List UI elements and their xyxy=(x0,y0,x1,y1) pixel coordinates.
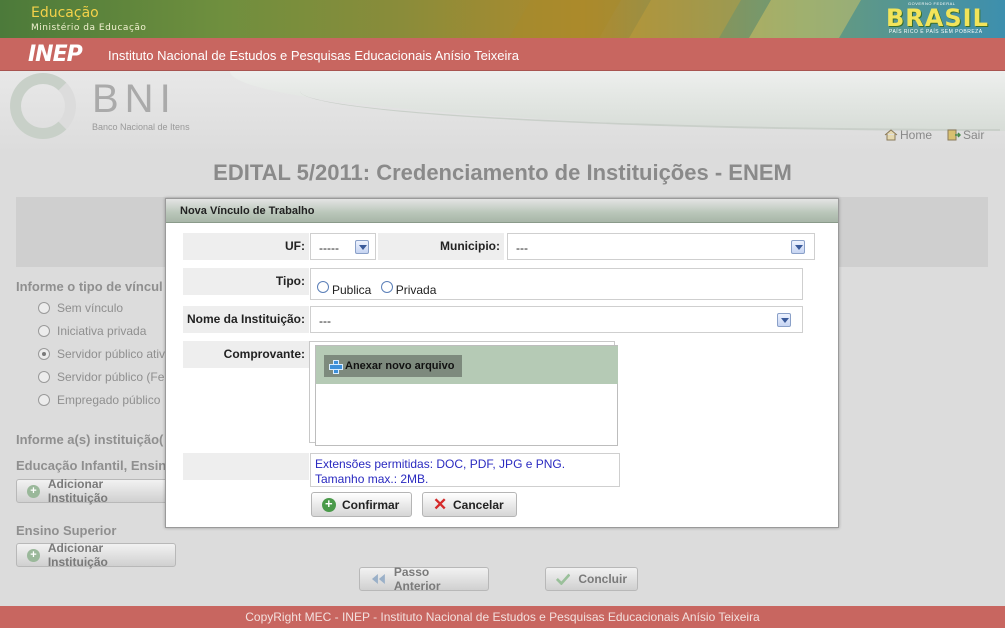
decorative-stripe xyxy=(509,0,621,38)
uf-select-value: ----- xyxy=(319,241,339,255)
finish-button[interactable]: Concluir xyxy=(545,567,638,591)
municipio-select-value: --- xyxy=(516,241,528,255)
chevron-down-icon xyxy=(777,313,791,327)
decorative-swoosh xyxy=(300,91,1000,131)
radio-label: Servidor público (Fe xyxy=(57,370,165,384)
tipo-label: Tipo: xyxy=(183,268,309,295)
brasil-logo[interactable]: GOVERNO FEDERAL BRASIL PAÍS RICO É PAÍS … xyxy=(886,1,989,36)
radio-icon xyxy=(317,281,329,293)
home-link[interactable]: Home xyxy=(884,128,932,142)
gov-subtitle: Ministério da Educação xyxy=(31,23,147,33)
uf-select[interactable]: ----- xyxy=(310,233,376,260)
radio-label: Servidor público ativ xyxy=(57,347,166,361)
previous-step-button[interactable]: Passo Anterior xyxy=(359,565,489,593)
radio-icon-selected xyxy=(38,348,50,360)
exit-link[interactable]: Sair xyxy=(947,128,984,142)
double-arrow-left-icon xyxy=(371,574,385,584)
dialog-title[interactable]: Nova Vínculo de Trabalho xyxy=(166,199,838,223)
check-icon xyxy=(556,573,571,585)
municipio-label: Municipio: xyxy=(378,233,504,260)
municipio-select[interactable]: --- xyxy=(507,233,815,260)
exit-label: Sair xyxy=(963,128,985,142)
radio-iniciativa-privada[interactable]: Iniciativa privada xyxy=(38,324,146,338)
plus-icon: + xyxy=(27,484,40,498)
cancel-button[interactable]: ✕ Cancelar xyxy=(422,492,517,517)
radio-privada[interactable]: Privada xyxy=(380,277,437,297)
instituicao-section-label: Informe a(s) instituição( xyxy=(16,432,164,447)
allowed-extensions-text: Extensões permitidas: DOC, PDF, JPG e PN… xyxy=(315,457,566,471)
tipo-radio-group: Publica Privada xyxy=(310,268,803,300)
gov-title: Educação xyxy=(31,5,99,21)
confirm-label: Confirmar xyxy=(342,497,400,512)
bni-subtitle: Banco Nacional de Itens xyxy=(92,122,190,132)
radio-label: Empregado público xyxy=(57,393,161,407)
add-institution-button-superior[interactable]: + Adicionar Instituição xyxy=(16,541,176,569)
upload-box: Anexar novo arquivo xyxy=(315,345,618,446)
vinculo-label: Informe o tipo de víncul xyxy=(16,279,163,294)
radio-icon xyxy=(380,281,393,293)
plus-icon xyxy=(328,359,343,374)
radio-privada-label: Privada xyxy=(395,283,437,297)
inep-name: Instituto Nacional de Estudos e Pesquisa… xyxy=(108,48,519,63)
bni-banner: BNI Banco Nacional de Itens Home Sair xyxy=(0,71,1005,153)
instituicao-select-value: --- xyxy=(319,314,331,328)
instituicao-label: Nome da Instituição: xyxy=(183,306,309,333)
radio-publica-label: Publica xyxy=(332,283,372,297)
brasil-word: BRASIL xyxy=(886,4,989,32)
previous-step-label: Passo Anterior xyxy=(393,565,441,593)
educacao-basica-label: Educação Infantil, Ensin xyxy=(16,458,167,473)
home-icon xyxy=(884,129,898,141)
brasil-tagline: PAÍS RICO É PAÍS SEM POBREZA xyxy=(889,29,983,35)
upload-info: Extensões permitidas: DOC, PDF, JPG e PN… xyxy=(310,453,620,487)
radio-icon xyxy=(38,302,50,314)
footer: CopyRight MEC - INEP - Instituto Naciona… xyxy=(0,606,1005,628)
uf-label: UF: xyxy=(183,233,309,260)
radio-icon xyxy=(38,325,50,337)
attach-file-button[interactable]: Anexar novo arquivo xyxy=(324,355,463,377)
plus-icon: + xyxy=(27,548,40,562)
comprovante-label: Comprovante: xyxy=(183,341,309,368)
add-institution-button-basic[interactable]: + Adicionar Instituição xyxy=(16,477,176,505)
page-title: EDITAL 5/2011: Credenciamento de Institu… xyxy=(213,160,792,185)
gov-header-bar: Educação Ministério da Educação GOVERNO … xyxy=(0,0,1005,38)
confirm-icon xyxy=(322,496,336,512)
close-icon: ✕ xyxy=(433,494,448,514)
exit-icon xyxy=(947,129,961,141)
radio-label: Sem vínculo xyxy=(57,301,124,315)
add-institution-label: Adicionar Instituição xyxy=(47,477,108,505)
decorative-stripe xyxy=(749,0,861,38)
bni-logo[interactable]: BNI xyxy=(92,79,177,119)
add-institution-label: Adicionar Instituição xyxy=(47,541,108,569)
home-label: Home xyxy=(900,128,933,142)
chevron-down-icon xyxy=(355,240,369,254)
instituicao-select[interactable]: --- xyxy=(310,306,803,333)
radio-servidor-ativo[interactable]: Servidor público ativ xyxy=(38,347,165,361)
inep-logo[interactable]: INEP xyxy=(28,44,83,66)
ensino-superior-label: Ensino Superior xyxy=(16,523,117,538)
new-work-link-dialog: Nova Vínculo de Trabalho UF: ----- Munic… xyxy=(165,198,839,528)
radio-sem-vinculo[interactable]: Sem vínculo xyxy=(38,301,123,315)
max-size-text: Tamanho max.: 2MB. xyxy=(315,472,429,486)
radio-icon xyxy=(38,394,50,406)
finish-label: Concluir xyxy=(578,572,627,586)
radio-publica[interactable]: Publica xyxy=(317,277,371,297)
decorative-stripe xyxy=(629,0,741,38)
inep-header-bar: INEP Instituto Nacional de Estudos e Pes… xyxy=(0,38,1005,71)
chevron-down-icon xyxy=(791,240,805,254)
attach-file-label: Anexar novo arquivo xyxy=(345,360,455,372)
radio-label: Iniciativa privada xyxy=(57,324,147,338)
cancel-label: Cancelar xyxy=(453,497,504,512)
info-label-cell xyxy=(183,453,309,480)
radio-empregado-publico[interactable]: Empregado público xyxy=(38,393,160,407)
bni-logo-ring xyxy=(10,73,76,139)
radio-icon xyxy=(38,371,50,383)
upload-area: Anexar novo arquivo xyxy=(309,341,618,446)
radio-servidor-federal[interactable]: Servidor público (Fe xyxy=(38,370,164,384)
upload-toolbar: Anexar novo arquivo xyxy=(316,346,618,384)
confirm-button[interactable]: Confirmar xyxy=(311,492,413,517)
